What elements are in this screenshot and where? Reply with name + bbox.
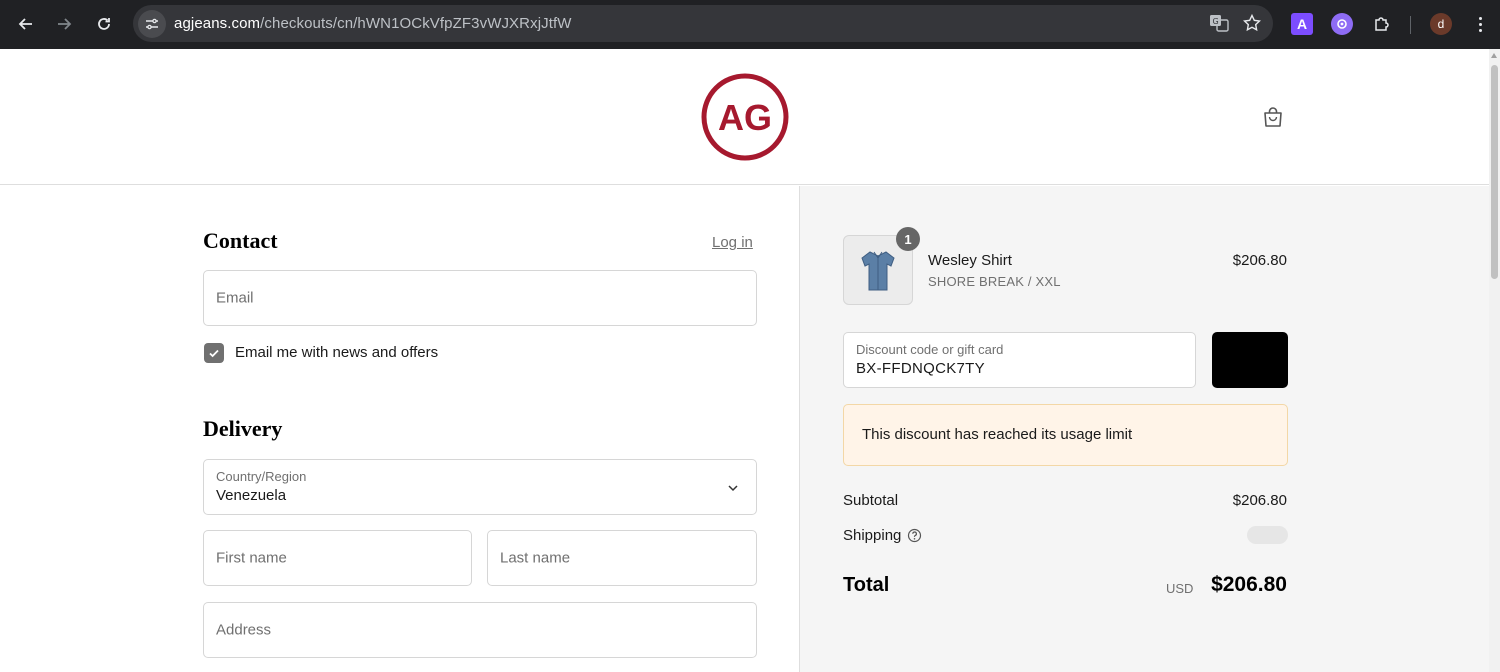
country-value: Venezuela [216,487,287,504]
browser-menu-button[interactable] [1470,12,1490,36]
shipping-row: Shipping [843,527,922,544]
login-link[interactable]: Log in [712,234,753,251]
scroll-up-arrow-icon[interactable] [1491,53,1497,58]
logo-text: AG [718,97,772,138]
address-field[interactable]: Address [203,602,757,658]
scrollbar-thumb[interactable] [1491,65,1498,279]
email-field[interactable]: Email [203,270,757,326]
back-button[interactable] [10,8,42,40]
toolbar-divider [1410,16,1411,34]
discount-error-banner: This discount has reached its usage limi… [843,404,1288,466]
browser-toolbar: agjeans.com/checkouts/cn/hWN1OCkVfpZF3vW… [0,0,1500,49]
reload-icon [98,18,110,30]
total-label: Total [843,574,890,596]
shipping-label: Shipping [843,527,902,544]
menu-dot-icon [1478,22,1482,26]
last-name-field[interactable]: Last name [487,530,757,586]
last-name-placeholder: Last name [500,549,571,567]
email-placeholder: Email [216,289,254,307]
shipping-loading-placeholder [1247,526,1288,544]
country-select[interactable]: Country/Region Venezuela [203,459,757,515]
ag-logo[interactable]: AG [701,73,789,161]
menu-dot-icon [1478,16,1482,20]
first-name-field[interactable]: First name [203,530,472,586]
quantity-badge: 1 [896,227,920,251]
tune-icon [146,18,158,29]
svg-text:G: G [1213,17,1219,26]
bookmark-star-icon[interactable] [1243,14,1261,32]
help-circle-icon[interactable] [907,528,922,543]
product-price: $206.80 [1232,252,1287,269]
contact-heading: Contact [203,228,278,253]
puzzle-icon [1375,17,1389,31]
chevron-down-icon [728,485,738,492]
site-info-button[interactable] [138,9,166,38]
checkout-header: AG [0,49,1489,185]
arrow-right-icon [58,18,72,30]
checkmark-icon [209,349,219,358]
discount-value: BX-FFDNQCK7TY [856,360,985,377]
extension-icon[interactable] [1331,13,1353,35]
extension-swirl-icon [1337,19,1347,29]
discount-code-field[interactable]: Discount code or gift card BX-FFDNQCK7TY [843,332,1196,388]
newsletter-label[interactable]: Email me with news and offers [235,344,438,361]
translate-icon[interactable]: G [1209,13,1229,33]
reload-button[interactable] [88,8,120,40]
extension-a-icon[interactable]: A [1291,13,1313,35]
arrow-left-icon [18,18,32,30]
product-variant: SHORE BREAK / XXL [928,274,1061,289]
checkout-form: Contact Log in Email Email me with news … [0,186,799,672]
shopping-bag-icon[interactable] [1261,105,1285,129]
product-name: Wesley Shirt [928,252,1012,269]
country-label: Country/Region [216,469,307,484]
forward-button[interactable] [48,8,80,40]
total-value: $206.80 [1211,573,1287,596]
url-host: agjeans.com [174,15,261,32]
first-name-placeholder: First name [216,549,287,567]
url-path: /checkouts/cn/hWN1OCkVfpZF3vWJXRxjJtfW [260,15,572,32]
apply-discount-button[interactable] [1212,332,1288,388]
address-placeholder: Address [216,621,272,639]
discount-label: Discount code or gift card [856,342,1004,357]
extensions-menu-button[interactable] [1371,13,1393,35]
total-currency: USD [1166,581,1194,596]
discount-error-text: This discount has reached its usage limi… [862,426,1133,443]
order-summary: 1 Wesley Shirt SHORE BREAK / XXL $206.80… [799,186,1489,672]
address-bar[interactable]: agjeans.com/checkouts/cn/hWN1OCkVfpZF3vW… [133,5,1273,42]
shirt-image [861,251,895,291]
page-scrollbar[interactable] [1489,49,1500,672]
checkout-page: AG Contact Log in Email Email me with ne… [0,49,1500,672]
delivery-heading: Delivery [203,416,283,441]
newsletter-checkbox[interactable] [204,343,224,363]
menu-dot-icon [1478,28,1482,32]
subtotal-label: Subtotal [843,492,899,509]
subtotal-value: $206.80 [1232,492,1287,509]
url-text: agjeans.com/checkouts/cn/hWN1OCkVfpZF3vW… [174,15,572,32]
profile-avatar[interactable]: d [1430,13,1452,35]
